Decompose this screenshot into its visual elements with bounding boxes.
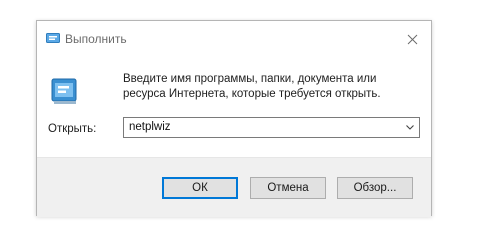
browse-button[interactable]: Обзор... bbox=[337, 177, 413, 199]
close-button[interactable] bbox=[399, 27, 425, 51]
cancel-button[interactable]: Отмена bbox=[250, 177, 326, 199]
open-input[interactable]: netplwiz bbox=[129, 121, 171, 133]
open-combobox[interactable]: netplwiz bbox=[123, 117, 420, 138]
close-icon bbox=[407, 34, 417, 44]
ok-button[interactable]: ОК bbox=[162, 177, 238, 199]
window-title: Выполнить bbox=[65, 32, 127, 46]
title-bar: Выполнить bbox=[37, 21, 431, 53]
run-dialog: Выполнить Введите имя программы, папки, … bbox=[36, 20, 432, 217]
run-program-icon bbox=[51, 78, 77, 104]
open-label: Открыть: bbox=[48, 123, 97, 135]
description-text: Введите имя программы, папки, документа … bbox=[123, 73, 381, 100]
run-app-icon bbox=[46, 33, 60, 43]
button-bar: ОК Отмена Обзор... bbox=[37, 157, 431, 217]
chevron-down-icon[interactable] bbox=[405, 122, 415, 132]
